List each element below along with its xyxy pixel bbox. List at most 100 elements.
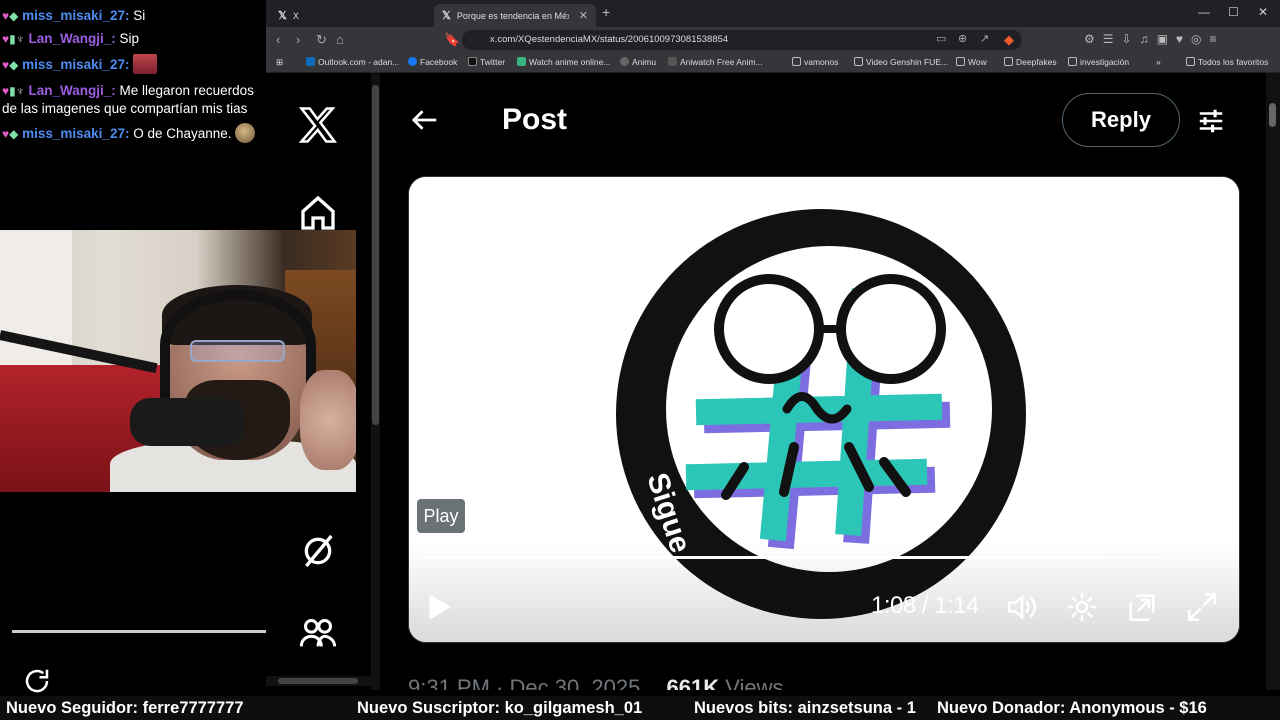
gem-badge-icon: ◆ [9,58,19,72]
maximize-icon[interactable]: ☐ [1228,5,1239,19]
progress-bar[interactable] [423,556,1167,559]
chat-message: ♥◆ miss_misaki_27: [2,54,158,75]
chat-text: Sip [119,31,140,46]
post-timestamp: 9:31 PM · Dec 30, 2025 [408,675,641,690]
apps-icon[interactable]: ⊞ [276,57,283,68]
views-count: 661K [666,675,720,690]
bookmark-twitter[interactable]: Twitter [468,57,505,67]
close-window-icon[interactable]: ✕ [1258,5,1268,19]
picture-in-picture-icon[interactable] [1125,590,1159,624]
page-title: Post [502,103,568,136]
fullscreen-icon[interactable] [1185,590,1219,624]
post-meta: 9:31 PM · Dec 30, 2025 661K Views [408,675,784,690]
bookmarks-bar: ⊞ Outlook.com - adan... Facebook Twitter… [266,53,1280,73]
refresh-icon [25,669,49,693]
bookmark-facebook[interactable]: Facebook [408,57,457,67]
bookmark-all-favorites[interactable]: Todos los favoritos [1186,57,1268,67]
x-favicon-icon: 𝕏 [442,10,451,22]
browser-window: 𝕏 X 𝕏 Porque es tendencia en México ✕ + … [266,0,1280,690]
browser-toolbar: ‹ › ↻ ⌂ 🔖 x.com/XQestendenciaMX/status/2… [266,27,1280,53]
bookmark-folder-deepfakes[interactable]: Deepfakes [1004,57,1057,67]
chat-message: ♥◆ miss_misaki_27: O de Chayanne. [2,123,256,144]
zoom-icon[interactable]: ⊕ [958,32,967,45]
chat-text: O de Chayanne. [133,126,232,141]
minimize-icon[interactable]: — [1198,5,1210,19]
horizontal-scrollbar[interactable] [266,676,380,686]
progress-fill [423,556,1108,559]
bookmark-folder-genshin[interactable]: Video Genshin FUE... [854,57,948,67]
sidebar-scrollbar[interactable] [371,73,380,690]
play-icon[interactable] [421,590,455,624]
ticker-new-follower: Nuevo Seguidor: ferre7777777 [6,699,244,717]
back-icon[interactable]: ‹ [276,32,280,47]
chat-username: miss_misaki_27 [22,57,125,72]
tab-label: Porque es tendencia en México [456,10,569,21]
screen: 𝕏 X 𝕏 Porque es tendencia en México ✕ + … [0,0,1280,720]
views-label: Views [725,675,784,690]
communities-nav-icon[interactable] [298,613,338,653]
sword-badge-icon: ♆ [15,84,25,98]
share-icon[interactable]: ↗ [980,32,989,45]
chat-message-continued: de las imagenes que compartían mis tias [2,99,247,118]
bookmark-outlook[interactable]: Outlook.com - adan... [306,57,399,67]
x-favicon-icon: 𝕏 [278,10,287,22]
reload-icon[interactable]: ↻ [316,32,327,48]
home-nav-icon[interactable] [298,193,338,233]
extension-icons[interactable]: ⚙☰⇩♫▣♥◎≡ [1084,32,1225,46]
home-icon[interactable]: ⌂ [336,32,344,47]
ticker-new-subscriber: Nuevo Suscriptor: ko_gilgamesh_01 [357,699,643,717]
chat-username: Lan_Wangji_ [28,31,112,46]
bookmark-folder-investigacion[interactable]: investigación [1068,57,1129,67]
ticker-new-bits: Nuevos bits: ainzsetsuna - 1 [694,699,916,717]
chat-username: miss_misaki_27 [22,126,125,141]
gem-badge-icon: ▮ [9,84,16,98]
tab-active-post[interactable]: 𝕏 Porque es tendencia en México ✕ [434,4,596,27]
new-tab-icon[interactable]: + [602,4,610,20]
video-time: 1:08 / 1:14 [871,592,979,619]
stamp-emote-icon [133,54,158,74]
sword-badge-icon: ♆ [15,32,25,46]
tab-x[interactable]: 𝕏 X [270,4,430,27]
bookmark-aniwatch[interactable]: Aniwatch Free Anim... [668,57,763,67]
browser-titlebar: 𝕏 X 𝕏 Porque es tendencia en México ✕ + … [266,0,1280,27]
cast-icon[interactable]: ▭ [936,32,946,45]
more-bookmarks-icon[interactable]: » [1156,57,1161,67]
post-main: Post Reply Sigue Play 1:08 / 1:14 9:31 P… [380,73,1266,690]
video-player[interactable]: Sigue Play 1:08 / 1:14 [408,176,1240,643]
chat-message: ♥◆ miss_misaki_27: Si [2,8,146,23]
gem-badge-icon: ◆ [9,127,19,141]
stream-chat: ♥◆ miss_misaki_27: Si ♥▮♆ Lan_Wangji_: S… [0,0,266,230]
brave-shield-icon[interactable]: ◆ [1004,32,1014,48]
bookmark-icon[interactable]: 🔖 [444,32,460,48]
settings-gear-icon[interactable] [1065,590,1099,624]
reply-button[interactable]: Reply [1062,93,1180,147]
tab-close-icon[interactable]: ✕ [579,9,588,22]
filter-sliders-icon[interactable] [1196,106,1226,136]
video-controls: 1:08 / 1:14 [409,542,1239,642]
gem-badge-icon: ▮ [9,32,16,46]
chat-text: de las imagenes que compartían mis tias [2,101,248,116]
x-logo-icon[interactable] [296,103,340,147]
tab-label: X [292,10,299,21]
bookmark-watch-anime[interactable]: Watch anime online... [517,57,610,67]
stream-ticker: Nuevo Seguidor: ferre7777777 Nuevo Suscr… [0,696,1280,720]
chat-username: miss_misaki_27 [22,8,125,23]
ticker-new-donor: Nuevo Donador: Anonymous - $16 [937,699,1207,717]
url-text: x.com/XQestendenciaMX/status/20061009730… [490,34,729,45]
grok-nav-icon[interactable] [298,531,338,571]
chat-message: ♥▮♆ Lan_Wangji_: Me llegaron recuerdos [2,83,254,98]
chat-message: ♥▮♆ Lan_Wangji_: Sip [2,31,140,46]
monkey-emote-icon [235,123,256,143]
back-arrow-icon[interactable] [410,105,440,135]
gem-badge-icon: ◆ [9,9,19,23]
forward-icon[interactable]: › [296,32,300,47]
stream-divider [12,630,266,633]
bookmark-folder-wow[interactable]: Wow [956,57,987,67]
volume-icon[interactable] [1005,590,1039,624]
bookmark-folder-vamonos[interactable]: vamonos [792,57,839,67]
chat-username: Lan_Wangji_ [28,83,112,98]
bookmark-animu[interactable]: Animu [620,57,656,67]
play-tooltip: Play [417,499,465,533]
webcam-feed [0,230,356,492]
page-scrollbar[interactable] [1266,73,1280,690]
